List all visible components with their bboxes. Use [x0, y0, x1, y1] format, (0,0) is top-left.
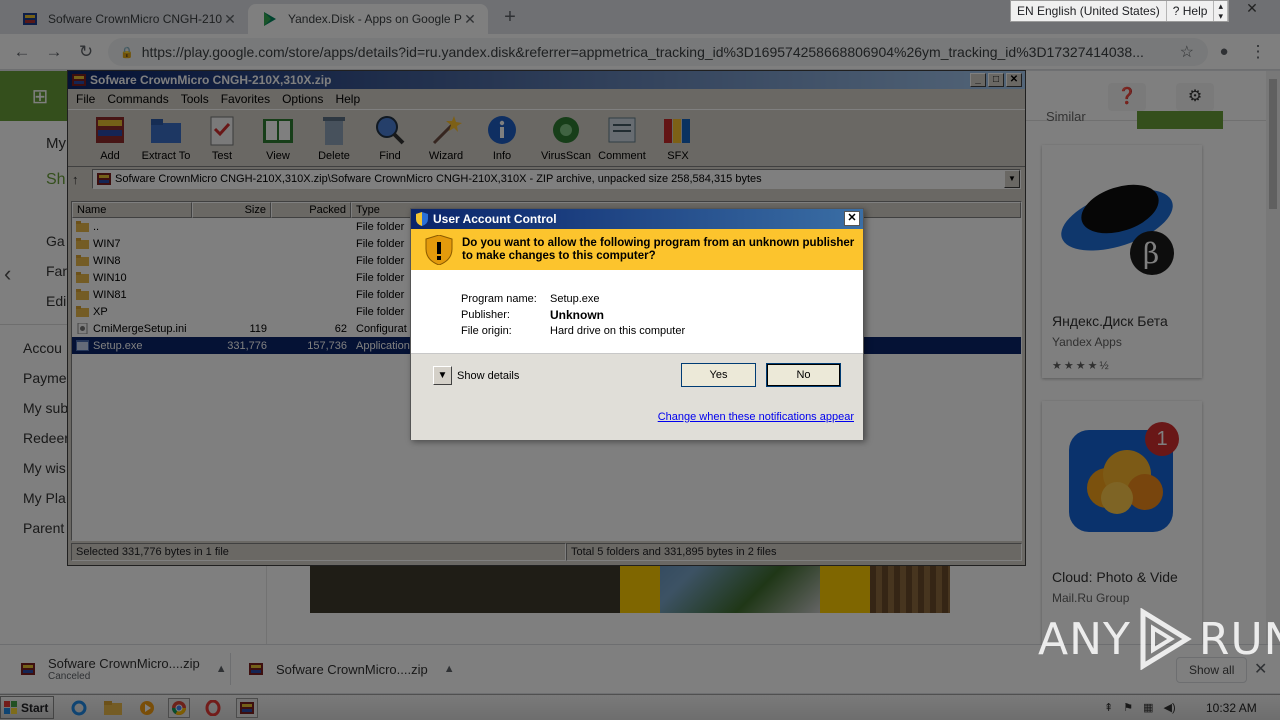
help-icon: ? [1172, 4, 1180, 18]
uac-shield-icon [416, 212, 428, 226]
watermark-text-right: RUN [1198, 613, 1280, 665]
uac-warning-banner: Do you want to allow the following progr… [411, 229, 863, 270]
uac-program-info: Program name: Setup.exe Publisher: Unknown… [411, 270, 863, 352]
language-bar: EN English (United States) ? Help ▴ ▾ [1010, 0, 1229, 22]
language-bar-options[interactable]: ▴ ▾ [1214, 1, 1228, 21]
no-button[interactable]: No [766, 363, 841, 387]
anyrun-watermark: ANY RUN [1038, 608, 1280, 670]
show-details-label: Show details [457, 369, 520, 382]
anyrun-play-logo [1140, 608, 1192, 670]
uac-footer: ▼ Show details Yes No Change when these … [411, 353, 863, 440]
uac-question: Do you want to allow the following progr… [462, 237, 855, 262]
uac-title-bar[interactable]: User Account Control ✕ [411, 209, 863, 229]
uac-title: User Account Control [433, 212, 557, 226]
file-origin-value: Hard drive on this computer [550, 325, 686, 337]
watermark-text-left: ANY [1038, 613, 1131, 665]
show-details-toggle[interactable]: ▼ Show details [433, 366, 519, 385]
uac-dialog: User Account Control ✕ Do you want to al… [410, 208, 864, 440]
change-notifications-link[interactable]: Change when these notifications appear [658, 411, 854, 423]
help-label: Help [1182, 4, 1208, 18]
warning-shield-icon [425, 235, 453, 265]
publisher-label: Publisher: [461, 309, 510, 321]
yes-button[interactable]: Yes [681, 363, 756, 387]
help-button[interactable]: ? Help [1167, 1, 1215, 21]
language-selector[interactable]: EN English (United States) [1011, 1, 1167, 21]
file-origin-label: File origin: [461, 325, 512, 337]
chevron-down-icon[interactable]: ▼ [433, 366, 452, 385]
publisher-value: Unknown [550, 308, 604, 322]
program-name-value: Setup.exe [550, 293, 600, 305]
program-name-label: Program name: [461, 293, 537, 305]
close-icon[interactable]: ✕ [844, 211, 860, 226]
